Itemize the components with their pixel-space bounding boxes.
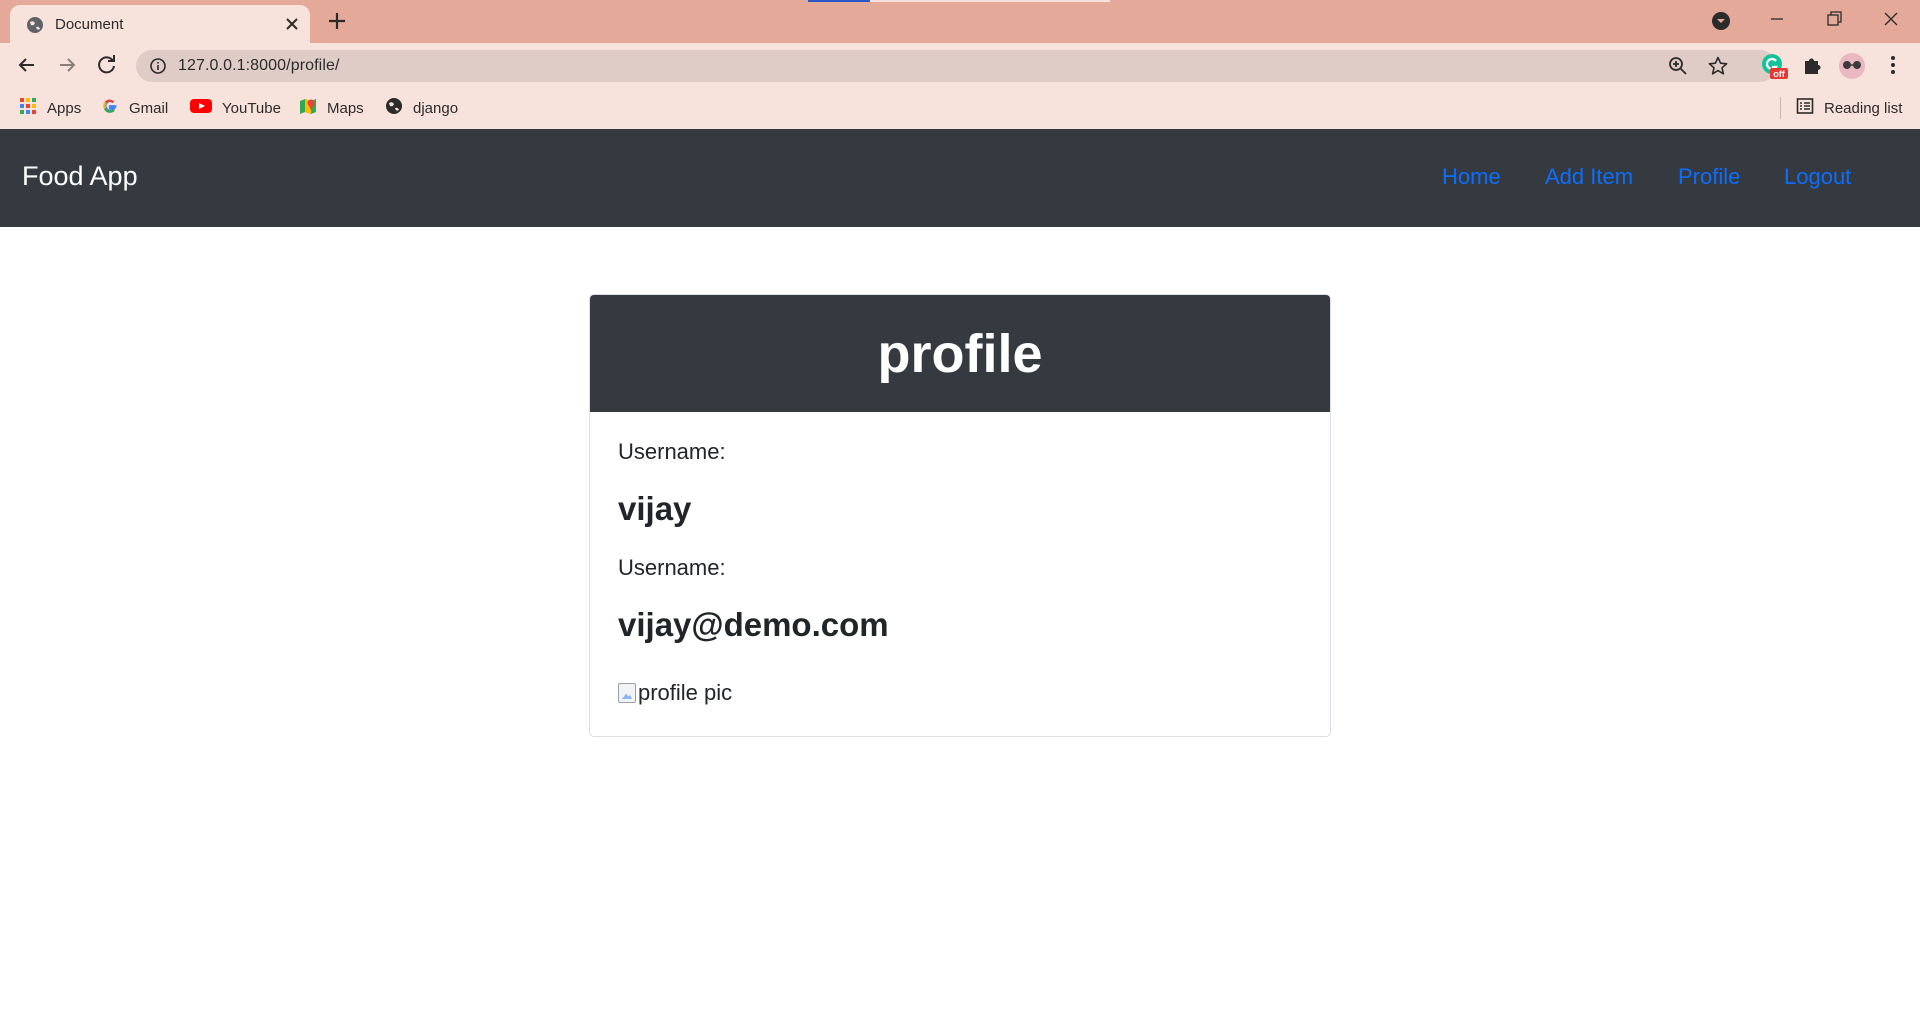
bookmark-star-icon[interactable] [1707, 55, 1729, 82]
nav-link-home[interactable]: Home [1442, 164, 1501, 190]
minimize-icon[interactable] [1757, 6, 1797, 34]
bookmark-maps[interactable]: Maps [299, 97, 364, 119]
card-header: profile [590, 295, 1330, 412]
profile-avatar-icon[interactable] [1838, 52, 1865, 79]
bookmark-label: YouTube [222, 99, 281, 117]
address-bar[interactable]: 127.0.0.1:8000/profile/ [136, 50, 1776, 82]
bookmark-gmail[interactable]: Gmail [101, 97, 168, 119]
close-tab-icon[interactable] [283, 15, 301, 33]
username-value: vijay [618, 490, 692, 527]
url-text[interactable]: 127.0.0.1:8000/profile/ [178, 57, 340, 75]
browser-toolbar: 127.0.0.1:8000/profile/ off [0, 43, 1920, 87]
email-value: vijay@demo.com [618, 606, 889, 643]
profile-pic-alt: profile pic [638, 680, 733, 705]
forward-icon[interactable] [54, 52, 80, 78]
maps-icon [299, 96, 317, 120]
email-label: Username: [618, 555, 726, 580]
bookmark-apps[interactable]: Apps [19, 97, 81, 119]
youtube-icon [190, 98, 212, 118]
bookmark-label: Gmail [129, 99, 169, 117]
nav-link-add-item[interactable]: Add Item [1545, 164, 1633, 190]
profile-pic: profile pic [618, 676, 732, 710]
google-icon [101, 97, 119, 119]
back-icon[interactable] [14, 52, 40, 78]
restore-icon[interactable] [1814, 6, 1854, 34]
bookmark-youtube[interactable]: YouTube [190, 97, 281, 119]
reading-list-icon [1796, 97, 1814, 119]
brand-link[interactable]: Food App [22, 161, 138, 192]
apps-grid-icon [19, 97, 37, 119]
bookmark-django[interactable]: django [385, 97, 458, 119]
grammarly-extension-icon[interactable]: off [1760, 52, 1788, 79]
extension-badge-text: off [1773, 69, 1785, 79]
reading-list-button[interactable]: Reading list [1796, 97, 1902, 119]
app-navbar: Food App Home Add Item Profile Logout [0, 129, 1920, 227]
new-tab-icon[interactable] [326, 10, 348, 32]
tab-title: Document [55, 16, 124, 33]
close-window-icon[interactable] [1871, 6, 1911, 34]
site-info-icon[interactable] [149, 57, 167, 80]
zoom-icon[interactable] [1668, 56, 1688, 81]
tab-search-icon[interactable] [1710, 10, 1732, 32]
extensions-puzzle-icon[interactable] [1800, 52, 1826, 78]
loading-indicator [808, 0, 1110, 2]
broken-image-icon [618, 683, 636, 703]
bookmark-label: Maps [327, 99, 364, 117]
globe-icon [26, 16, 44, 39]
reading-list-label: Reading list [1824, 99, 1903, 117]
nav-link-profile[interactable]: Profile [1678, 164, 1740, 190]
bookmark-label: django [413, 99, 459, 117]
tab-strip: Document [0, 0, 1920, 43]
globe-icon [385, 97, 403, 119]
bookmark-label: Apps [47, 99, 82, 117]
nav-link-logout[interactable]: Logout [1784, 164, 1851, 190]
bookmarks-divider [1780, 97, 1781, 119]
reload-icon[interactable] [94, 52, 120, 78]
profile-card: profile Username: vijay Username: vijay@… [589, 294, 1331, 737]
page-title: profile [877, 323, 1043, 384]
bookmarks-bar: Apps Gmail YouTube Maps django Reading l… [0, 87, 1920, 129]
browser-menu-icon[interactable] [1880, 52, 1906, 78]
browser-tab[interactable]: Document [10, 5, 310, 43]
username-label: Username: [618, 439, 726, 464]
